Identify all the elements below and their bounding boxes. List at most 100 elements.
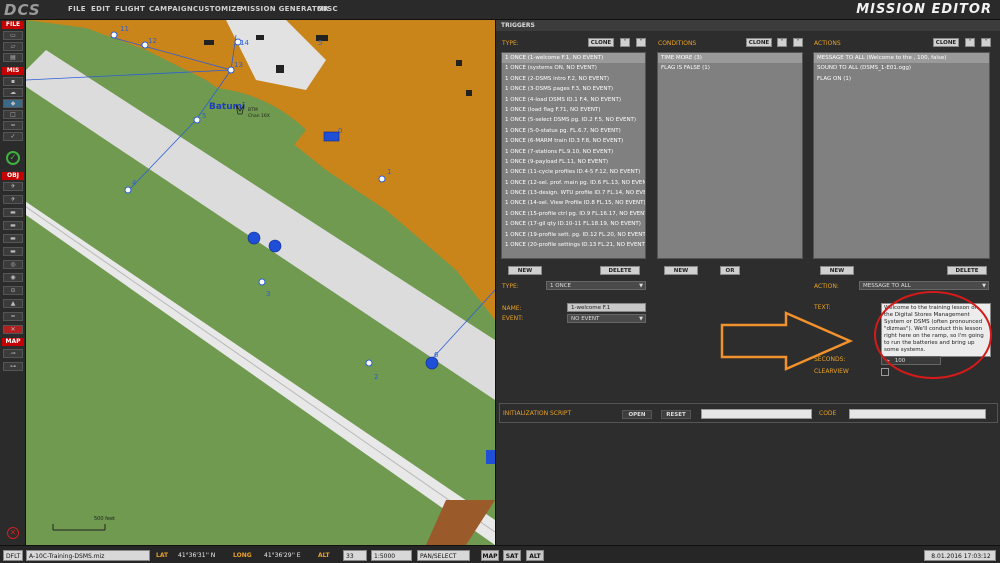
trigger-list-item[interactable]: 1 ONCE (4-load DSMS ID.1 F.4, NO EVENT) <box>502 95 645 105</box>
map-scale-select[interactable]: 1:5000 <box>371 550 412 561</box>
trigger-type-select[interactable]: 1 ONCE ▼ <box>546 281 646 290</box>
trigger-list-item[interactable]: 1 ONCE (6-MARM train ID.3 F.8, NO EVENT) <box>502 136 645 146</box>
waypoint-1[interactable] <box>378 175 386 183</box>
alt-view-button[interactable]: ALT <box>526 550 544 561</box>
trigger-list[interactable]: 1 ONCE (1-welcome F.1, NO EVENT) 1 ONCE (… <box>501 52 646 259</box>
briefing-icon[interactable]: ═ <box>3 121 23 130</box>
map-options-icon[interactable]: ⊸ <box>3 349 23 358</box>
ruler-icon[interactable]: ═ <box>3 312 23 321</box>
trigger-list-item[interactable]: 1 ONCE (14-sel. View Profile ID.8 FL.15,… <box>502 198 645 208</box>
delete-object-icon[interactable]: ✕ <box>3 325 23 334</box>
trigger-list-item[interactable]: 1 ONCE (15-profile ctrl pg. ID.9 FL.16.1… <box>502 209 645 219</box>
trigger-event-select[interactable]: NO EVENT ▼ <box>567 314 646 323</box>
check-icon[interactable]: ✓ <box>3 132 23 141</box>
zone-icon[interactable]: ◎ <box>3 260 23 269</box>
action-list-item[interactable]: MESSAGE TO ALL (Welcome to the , 100, fa… <box>814 53 989 64</box>
trigger-list-item[interactable]: 1 ONCE (13-design. WTU profile ID.7 FL.1… <box>502 188 645 198</box>
trigger-delete-button[interactable]: DELETE <box>600 266 640 275</box>
conditions-list[interactable]: TIME MORE (3) FLAG IS FALSE (1) <box>657 52 803 259</box>
new-file-icon[interactable]: ▭ <box>3 31 23 40</box>
init-script-open-button[interactable]: OPEN <box>622 410 652 419</box>
trigger-list-item[interactable]: 1 ONCE (load flag F.71, NO EVENT) <box>502 105 645 115</box>
mission-icon[interactable]: ▪ <box>3 77 23 86</box>
trigger-new-button[interactable]: NEW <box>508 266 542 275</box>
action-list-item[interactable]: SOUND TO ALL (DSMS_1-E01.ogg) <box>814 63 989 73</box>
type-down-button[interactable]: ˅ <box>636 38 646 47</box>
trigger-list-item[interactable]: 1 ONCE (2-DSMS intro F.2, NO EVENT) <box>502 74 645 84</box>
trigger-list-item[interactable]: 1 ONCE (5-select DSMS pg. ID.2 F.5, NO E… <box>502 115 645 125</box>
conditions-clone-button[interactable]: CLONE <box>746 38 772 47</box>
menu-campaign[interactable]: CAMPAIGN <box>149 5 193 13</box>
init-script-file-field[interactable] <box>701 409 812 419</box>
exit-icon[interactable]: ✕ <box>7 527 19 539</box>
condition-or-button[interactable]: OR <box>720 266 740 275</box>
type-up-button[interactable]: ˄ <box>620 38 630 47</box>
bullseye-icon[interactable]: ▲ <box>3 299 23 308</box>
trigger-list-item[interactable]: 1 ONCE (systems ON, NO EVENT) <box>502 63 645 73</box>
waypoint-15[interactable] <box>193 116 201 124</box>
static-icon[interactable]: ▬ <box>3 234 23 243</box>
trigger-name-field[interactable]: 1-welcome F.1 <box>567 303 646 312</box>
action-delete-button[interactable]: DELETE <box>947 266 987 275</box>
waypoint-2[interactable] <box>365 359 373 367</box>
trigger-list-item[interactable]: 1 ONCE (11-cycle profiles ID.4-5 F.12, N… <box>502 167 645 177</box>
actions-list[interactable]: MESSAGE TO ALL (Welcome to the , 100, fa… <box>813 52 990 259</box>
trigger-list-item[interactable]: 1 ONCE (3-DSMS pages F.3, NO EVENT) <box>502 84 645 94</box>
trigger-list-item[interactable]: 1 ONCE (5-0-status pg. FL.6.7, NO EVENT) <box>502 126 645 136</box>
waypoint-11[interactable] <box>110 31 118 39</box>
blue-unit-icon[interactable] <box>247 231 261 245</box>
map-canvas[interactable]: 11 12 13 14 0 1 2 3 4 5 6 5 Batumi BTM C… <box>26 20 495 545</box>
menu-flight[interactable]: FLIGHT <box>115 5 145 13</box>
conditions-down-button[interactable]: ˅ <box>793 38 803 47</box>
blue-unit-icon[interactable] <box>268 239 282 253</box>
menu-misc[interactable]: MISC <box>317 5 338 13</box>
trigger-list-item[interactable]: 1 ONCE (9-payload FL.11, NO EVENT) <box>502 157 645 167</box>
actions-clone-button[interactable]: CLONE <box>933 38 959 47</box>
action-type-select[interactable]: MESSAGE TO ALL ▼ <box>859 281 989 290</box>
template-icon[interactable]: ▬ <box>3 247 23 256</box>
trigger-list-item[interactable]: 1 ONCE (19-profile sett. pg. ID.12 FL.20… <box>502 230 645 240</box>
actions-down-button[interactable]: ˅ <box>981 38 991 47</box>
menu-file[interactable]: FILE <box>68 5 86 13</box>
action-list-item[interactable]: FLAG ON (1) <box>814 74 989 84</box>
seconds-field[interactable]: ◂▸ 100 <box>881 356 941 365</box>
clearview-checkbox[interactable] <box>881 368 889 376</box>
condition-list-item[interactable]: TIME MORE (3) <box>658 53 802 64</box>
condition-new-button[interactable]: NEW <box>664 266 698 275</box>
target-icon[interactable]: ⊙ <box>3 286 23 295</box>
helicopter-icon[interactable]: ✈ <box>3 195 23 204</box>
save-file-icon[interactable]: ▤ <box>3 53 23 62</box>
conditions-up-button[interactable]: ˄ <box>777 38 787 47</box>
blue-unit[interactable] <box>323 131 340 142</box>
trigger-list-item[interactable]: 1 ONCE (1-welcome F.1, NO EVENT) <box>502 53 645 64</box>
triggers-icon[interactable]: ◆ <box>3 99 23 108</box>
trigger-list-item[interactable]: 1 ONCE (17-gil qty ID.10-11 FL.18.19, NO… <box>502 219 645 229</box>
waypoint-3[interactable] <box>258 278 266 286</box>
blue-unit[interactable] <box>486 450 495 464</box>
trigger-list-item[interactable]: 1 ONCE (12-sel. prof. main pg. ID.6 FL.1… <box>502 178 645 188</box>
menu-edit[interactable]: EDIT <box>91 5 110 13</box>
weather-icon[interactable]: ☁ <box>3 88 23 97</box>
nav-point-icon[interactable]: ◉ <box>3 273 23 282</box>
type-clone-button[interactable]: CLONE <box>588 38 614 47</box>
trigger-list-item[interactable]: 1 ONCE (20-profile settings ID.13 FL.21,… <box>502 240 645 250</box>
init-script-reset-button[interactable]: RESET <box>661 410 691 419</box>
menu-customize[interactable]: CUSTOMIZE <box>193 5 242 13</box>
map-view-button[interactable]: MAP <box>481 550 499 561</box>
action-new-button[interactable]: NEW <box>820 266 854 275</box>
map-ruler-icon[interactable]: ⊶ <box>3 362 23 371</box>
goals-icon[interactable]: □ <box>3 110 23 119</box>
mode-select[interactable]: PAN/SELECT <box>417 550 470 561</box>
waypoint-4[interactable] <box>124 186 132 194</box>
vehicle-icon[interactable]: ▬ <box>3 221 23 230</box>
actions-up-button[interactable]: ˄ <box>965 38 975 47</box>
sat-view-button[interactable]: SAT <box>503 550 521 561</box>
blue-unit-icon[interactable] <box>425 356 439 370</box>
action-text-area[interactable]: Welcome to the training lesson on the Di… <box>881 303 991 357</box>
airplane-icon[interactable]: ✈ <box>3 182 23 191</box>
menu-mission-generator[interactable]: MISSION GENERATOR <box>240 5 329 13</box>
init-code-field[interactable] <box>849 409 986 419</box>
trigger-list-item[interactable]: 1 ONCE (7-stations FL.9.10, NO EVENT) <box>502 147 645 157</box>
ship-icon[interactable]: ▬ <box>3 208 23 217</box>
condition-list-item[interactable]: FLAG IS FALSE (1) <box>658 63 802 73</box>
